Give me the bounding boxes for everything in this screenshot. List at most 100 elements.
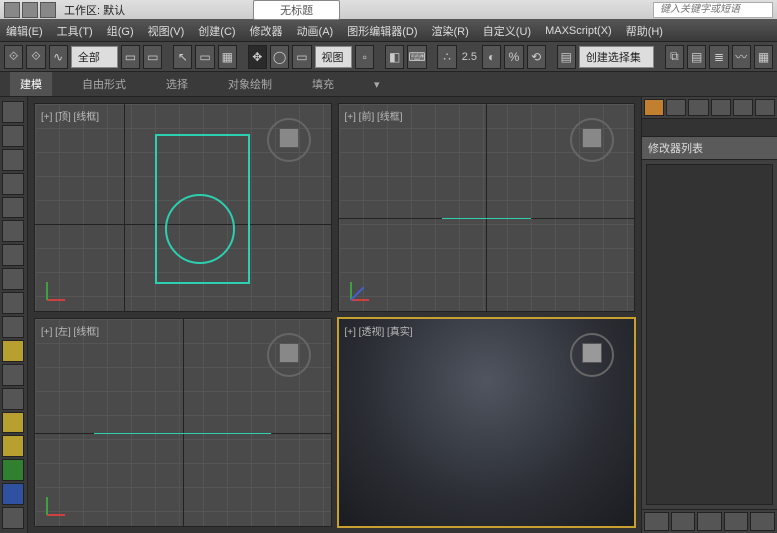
layers-icon[interactable]: ≣ (709, 45, 728, 69)
move-icon[interactable]: ✥ (248, 45, 267, 69)
lt-button-12[interactable] (2, 364, 24, 386)
lt-button-6[interactable] (2, 220, 24, 242)
angle-snap-value: 2.5 (460, 51, 479, 63)
remove-mod-icon[interactable] (724, 512, 749, 531)
percent-snap-icon[interactable]: % (504, 45, 523, 69)
modifier-stack[interactable] (646, 164, 773, 505)
keyboard-icon[interactable]: ⌨ (407, 45, 426, 69)
show-end-icon[interactable] (671, 512, 696, 531)
menu-view[interactable]: 视图(V) (148, 23, 185, 39)
create-tab-icon[interactable] (644, 99, 664, 116)
menu-rendering[interactable]: 渲染(R) (432, 23, 469, 39)
lt-button-5[interactable] (2, 197, 24, 219)
lt-button-4[interactable] (2, 173, 24, 195)
axis-line (124, 104, 125, 311)
menu-group[interactable]: 组(G) (107, 23, 134, 39)
lt-button-13[interactable] (2, 388, 24, 410)
spinner-snap-icon[interactable]: ⟲ (527, 45, 546, 69)
document-tab[interactable]: 无标题 (253, 0, 340, 20)
left-toolbar (0, 97, 28, 533)
menu-create[interactable]: 创建(C) (198, 23, 235, 39)
lt-button-7[interactable] (2, 244, 24, 266)
viewcube[interactable] (570, 333, 614, 377)
ribbon-tab-selection[interactable]: 选择 (156, 72, 198, 96)
menu-tools[interactable]: 工具(T) (57, 23, 93, 39)
lt-button-17[interactable] (2, 483, 24, 505)
viewcube[interactable] (570, 118, 614, 162)
utilities-tab-icon[interactable] (755, 99, 775, 116)
pin-stack-icon[interactable] (644, 512, 669, 531)
manip-icon[interactable]: ◧ (385, 45, 404, 69)
unlink-icon[interactable]: ⟐ (26, 45, 45, 69)
ribbon-tab-object-paint[interactable]: 对象绘制 (218, 72, 282, 96)
lt-button-10[interactable] (2, 316, 24, 338)
link-icon[interactable]: ⟐ (4, 45, 23, 69)
viewport-label[interactable]: [+] [前] [线框] (345, 108, 403, 123)
ribbon-tab-populate[interactable]: 填充 (302, 72, 344, 96)
display-tab-icon[interactable] (733, 99, 753, 116)
menu-customize[interactable]: 自定义(U) (483, 23, 531, 39)
pivot-icon[interactable]: ▫ (355, 45, 374, 69)
object-name-field[interactable] (642, 119, 777, 137)
named-selection-dropdown[interactable]: 创建选择集 (579, 46, 654, 68)
menu-animation[interactable]: 动画(A) (297, 23, 334, 39)
selection-filter-dropdown[interactable]: 全部 (71, 46, 118, 68)
viewport-label[interactable]: [+] [左] [线框] (41, 323, 99, 338)
link-button[interactable] (40, 2, 56, 18)
schematic-icon[interactable]: ▦ (754, 45, 773, 69)
lt-button-11[interactable] (2, 340, 24, 362)
viewcube[interactable] (267, 333, 311, 377)
ref-coord-dropdown[interactable]: 视图 (315, 46, 353, 68)
viewport-front[interactable]: [+] [前] [线框] (338, 103, 636, 312)
select-object-icon[interactable]: ▭ (121, 45, 140, 69)
viewport-label[interactable]: [+] [顶] [线框] (41, 108, 99, 123)
circle-shape[interactable] (165, 194, 235, 264)
align-icon[interactable]: ▤ (687, 45, 706, 69)
axis-line (183, 319, 184, 526)
menu-maxscript[interactable]: MAXScript(X) (545, 25, 612, 37)
help-search-input[interactable] (653, 2, 773, 18)
lt-button-8[interactable] (2, 268, 24, 290)
viewport-label[interactable]: [+] [透视] [真实] (345, 323, 413, 338)
window-crossing-icon[interactable]: ▦ (218, 45, 237, 69)
lt-button-9[interactable] (2, 292, 24, 314)
mirror-icon[interactable]: ⧉ (665, 45, 684, 69)
modify-tab-icon[interactable] (666, 99, 686, 116)
angle-snap-icon[interactable]: ◐ (482, 45, 501, 69)
viewport-top[interactable]: [+] [顶] [线框] (34, 103, 332, 312)
rotate-icon[interactable]: ◯ (270, 45, 289, 69)
lt-button-2[interactable] (2, 125, 24, 147)
scale-icon[interactable]: ▭ (292, 45, 311, 69)
menu-help[interactable]: 帮助(H) (626, 23, 663, 39)
ribbon-tab-freeform[interactable]: 自由形式 (72, 72, 136, 96)
motion-tab-icon[interactable] (711, 99, 731, 116)
named-sets-icon[interactable]: ▤ (557, 45, 576, 69)
axis-line (486, 104, 487, 311)
rect-select-icon[interactable]: ▭ (195, 45, 214, 69)
viewport-perspective[interactable]: [+] [透视] [真实] (338, 318, 636, 527)
lt-button-15[interactable] (2, 435, 24, 457)
modifier-list-dropdown[interactable]: 修改器列表 (642, 137, 777, 160)
lt-button-16[interactable] (2, 459, 24, 481)
viewcube[interactable] (267, 118, 311, 162)
curve-editor-icon[interactable]: 〰 (732, 45, 751, 69)
unique-icon[interactable] (697, 512, 722, 531)
configure-icon[interactable] (750, 512, 775, 531)
ribbon-collapse-icon[interactable]: ▾ (364, 74, 390, 95)
snap-icon[interactable]: ∴ (437, 45, 456, 69)
lt-button-3[interactable] (2, 149, 24, 171)
lt-button-1[interactable] (2, 101, 24, 123)
select-name-icon[interactable]: ▭ (143, 45, 162, 69)
menu-modifiers[interactable]: 修改器 (250, 23, 283, 39)
lt-button-14[interactable] (2, 412, 24, 434)
undo-button[interactable] (4, 2, 20, 18)
ribbon-tab-modeling[interactable]: 建模 (10, 72, 52, 96)
viewport-left[interactable]: [+] [左] [线框] (34, 318, 332, 527)
menu-graph-editors[interactable]: 图形编辑器(D) (347, 23, 417, 39)
cursor-icon[interactable]: ↖ (173, 45, 192, 69)
lt-button-18[interactable] (2, 507, 24, 529)
hierarchy-tab-icon[interactable] (688, 99, 708, 116)
redo-button[interactable] (22, 2, 38, 18)
bind-icon[interactable]: ∿ (49, 45, 68, 69)
menu-edit[interactable]: 编辑(E) (6, 23, 43, 39)
